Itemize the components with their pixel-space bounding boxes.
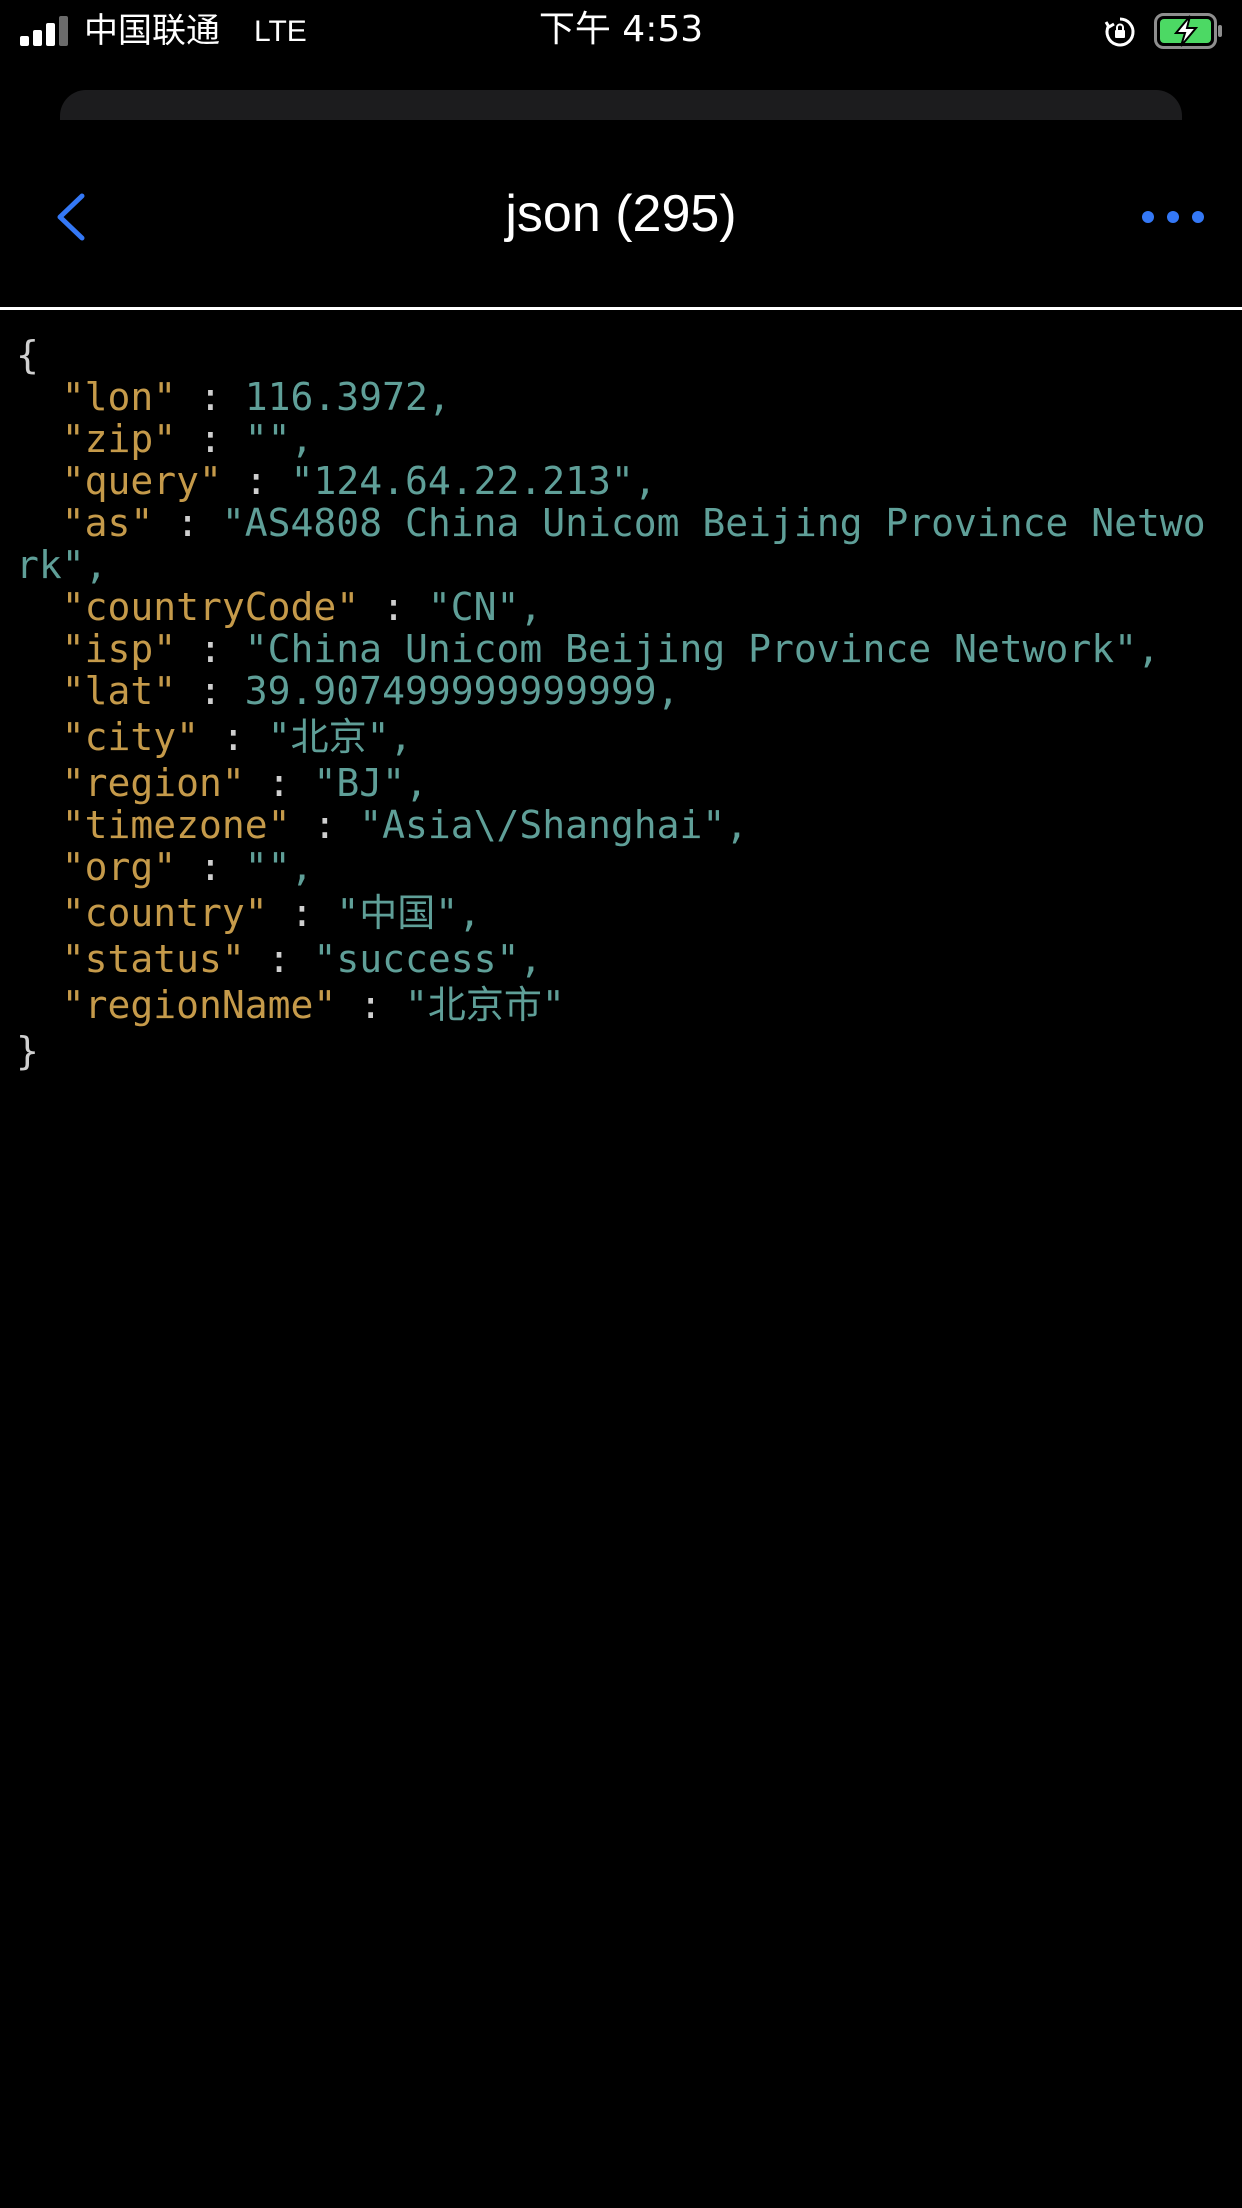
json-value: "success", xyxy=(313,937,543,981)
json-key: "status" xyxy=(61,937,245,981)
json-key: "country" xyxy=(61,891,268,935)
json-key: "countryCode" xyxy=(61,585,360,629)
json-key: "city" xyxy=(61,715,200,759)
json-value: "China Unicom Beijing Province Network", xyxy=(244,627,1160,671)
navigation-bar: json (295) xyxy=(0,120,1242,308)
json-key: "query" xyxy=(61,459,222,503)
json-key: "region" xyxy=(61,761,245,805)
json-value: "BJ", xyxy=(313,761,428,805)
json-key: "as" xyxy=(61,501,154,545)
sheet-handle xyxy=(60,90,1182,120)
json-close-brace: } xyxy=(16,1029,39,1073)
status-bar: 中国联通 LTE 下午 4:53 xyxy=(0,0,1242,62)
json-key: "zip" xyxy=(61,417,177,461)
json-value: 39.907499999999999, xyxy=(244,669,680,713)
json-value: "北京市" xyxy=(404,983,565,1027)
status-time: 下午 4:53 xyxy=(538,9,704,50)
rotation-lock-icon xyxy=(1104,17,1135,47)
json-key: "regionName" xyxy=(61,983,337,1027)
json-value: "Asia\/Shanghai", xyxy=(359,803,749,847)
json-value: "CN", xyxy=(427,585,543,629)
json-key: "org" xyxy=(61,845,177,889)
json-value: "中国", xyxy=(336,891,481,935)
nav-divider xyxy=(0,307,1242,310)
json-value: "124.64.22.213", xyxy=(290,459,657,503)
json-value: "北京", xyxy=(267,715,413,759)
ellipsis-icon[interactable] xyxy=(1140,202,1206,232)
json-value: 116.3972, xyxy=(244,375,451,419)
json-key: "timezone" xyxy=(61,803,291,847)
json-key: "lon" xyxy=(61,375,177,419)
battery-charging-icon xyxy=(1154,13,1222,49)
chevron-left-icon[interactable] xyxy=(48,190,98,244)
page-title: json (295) xyxy=(505,185,737,243)
json-key: "isp" xyxy=(61,627,177,671)
json-open-brace: { xyxy=(16,333,39,377)
json-value: "", xyxy=(244,417,314,461)
json-value: "", xyxy=(244,845,314,889)
json-key: "lat" xyxy=(61,669,177,713)
json-viewer: { "lon" : 116.3972, "zip" : "", "query" … xyxy=(16,333,1206,1073)
